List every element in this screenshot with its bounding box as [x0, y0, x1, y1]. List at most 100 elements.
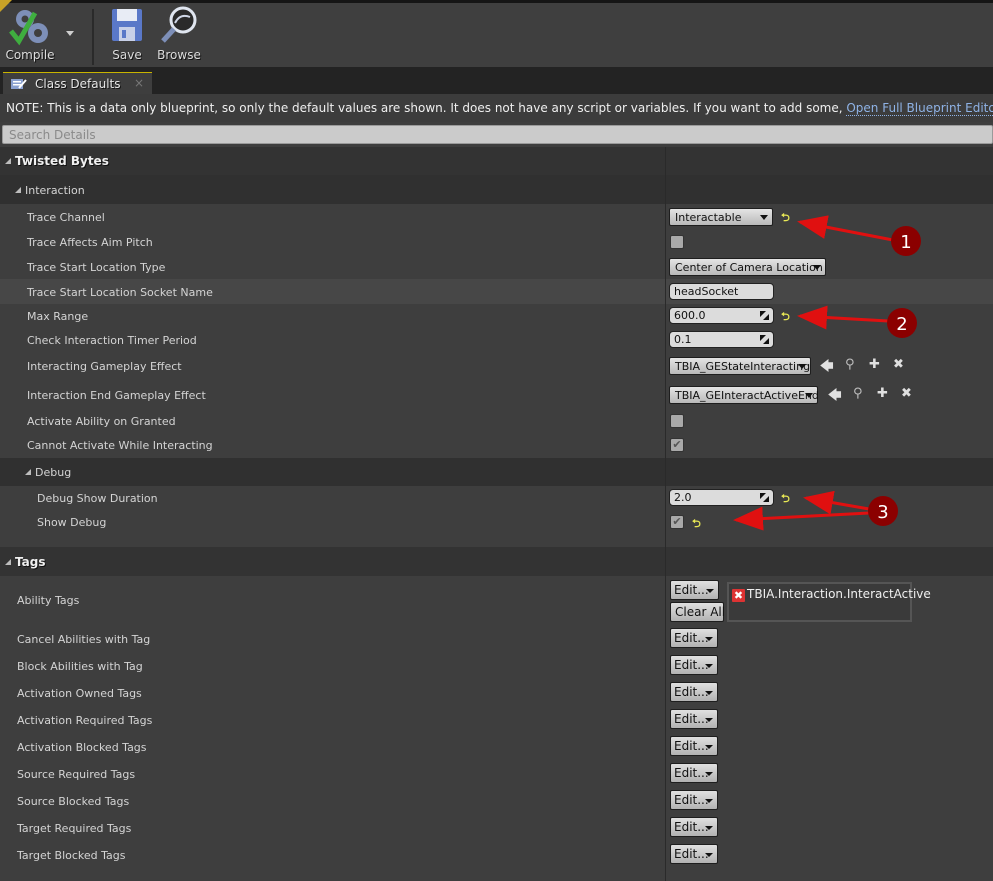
reset-to-default-icon[interactable]: ⮌: [692, 515, 701, 534]
trace-start-socket-input[interactable]: headSocket: [669, 283, 774, 300]
property-label: Activation Owned Tags: [17, 687, 142, 700]
dropdown-value: TBIA_GEStateInteracting: [675, 360, 811, 373]
category-tags[interactable]: Tags: [0, 547, 993, 576]
subcategory-debug[interactable]: Debug: [0, 458, 993, 486]
button-label: Edit...: [674, 583, 709, 597]
chevron-down-icon: [760, 215, 768, 220]
property-label: Show Debug: [37, 516, 107, 529]
subcategory-title: Debug: [35, 466, 72, 479]
trace-affects-aim-pitch-checkbox[interactable]: [670, 235, 684, 249]
browse-asset-icon[interactable]: ⚲: [853, 386, 863, 401]
search-details-input[interactable]: Search Details: [2, 125, 993, 144]
button-label: Edit...: [674, 739, 709, 753]
edit-tags-button[interactable]: Edit...: [670, 844, 718, 864]
property-label: Interacting Gameplay Effect: [27, 360, 182, 373]
property-row-trace-start-socket: Trace Start Location Socket Name headSoc…: [0, 279, 993, 304]
compile-button[interactable]: Compile: [4, 5, 56, 65]
interaction-end-ge-dropdown[interactable]: TBIA_GEInteractActiveEnd: [669, 386, 819, 404]
close-tab-icon[interactable]: ×: [134, 76, 144, 90]
button-label: Edit...: [674, 685, 709, 699]
expand-arrow-icon: [5, 559, 11, 565]
debug-show-duration-input[interactable]: 2.0: [669, 489, 774, 506]
trace-start-location-type-dropdown[interactable]: Center of Camera Location: [669, 258, 826, 276]
property-label: Trace Start Location Socket Name: [27, 286, 213, 299]
subcategory-interaction[interactable]: Interaction: [0, 175, 993, 204]
property-row-interaction-end-ge: Interaction End Gameplay Effect TBIA_GEI…: [0, 381, 993, 409]
button-label: Edit...: [674, 793, 709, 807]
property-label: Ability Tags: [17, 594, 80, 607]
column-splitter[interactable]: [665, 147, 666, 881]
ability-tags-clear-all-button[interactable]: Clear All: [670, 602, 725, 622]
tag-property-row: Block Abilities with Tag Edit...: [0, 653, 993, 680]
subcategory-title: Interaction: [25, 184, 85, 197]
tag-property-row: Source Required Tags Edit...: [0, 761, 993, 788]
activate-on-granted-checkbox[interactable]: [670, 414, 684, 428]
browse-asset-icon[interactable]: ⚲: [845, 357, 855, 372]
remove-tag-icon[interactable]: ✖: [732, 589, 745, 602]
edit-tags-button[interactable]: Edit...: [670, 763, 718, 783]
button-label: Edit...: [674, 847, 709, 861]
add-icon[interactable]: ✚: [877, 386, 888, 401]
input-value: 2.0: [674, 491, 692, 504]
trace-channel-dropdown[interactable]: Interactable: [669, 208, 773, 226]
edit-tags-button[interactable]: Edit...: [670, 817, 718, 837]
chevron-down-icon: [705, 637, 713, 641]
save-button[interactable]: Save: [108, 5, 146, 65]
property-row-debug-show-duration: Debug Show Duration 2.0 ⮌: [0, 486, 993, 510]
reset-to-default-icon[interactable]: ⮌: [781, 209, 790, 228]
edit-tags-button[interactable]: Edit...: [670, 709, 718, 729]
property-label: Target Blocked Tags: [17, 849, 126, 862]
edit-tags-button[interactable]: Edit...: [670, 736, 718, 756]
chevron-down-icon: [798, 364, 806, 369]
browse-button[interactable]: Browse: [156, 5, 202, 65]
ability-tags-edit-button[interactable]: Edit...: [670, 580, 719, 600]
chevron-down-icon: [706, 589, 714, 593]
add-icon[interactable]: ✚: [869, 357, 880, 372]
dropdown-value: Interactable: [675, 211, 742, 224]
button-label: Edit...: [674, 658, 709, 672]
use-selected-arrow-icon[interactable]: 🡄: [828, 386, 841, 408]
expand-arrow-icon: [25, 469, 31, 475]
edit-tags-button[interactable]: Edit...: [670, 655, 718, 675]
property-row-activate-on-granted: Activate Ability on Granted: [0, 409, 993, 433]
reset-to-default-icon[interactable]: ⮌: [781, 490, 790, 509]
chevron-down-icon: [705, 826, 713, 830]
clear-icon[interactable]: ✖: [893, 357, 904, 372]
chevron-down-icon: [705, 853, 713, 857]
show-debug-checkbox[interactable]: ✔: [670, 515, 684, 529]
clear-icon[interactable]: ✖: [901, 386, 912, 401]
input-value: headSocket: [674, 285, 739, 298]
chevron-down-icon: [813, 265, 821, 270]
max-range-input[interactable]: 600.0: [669, 307, 774, 324]
input-value: 600.0: [674, 309, 706, 322]
edit-tags-button[interactable]: Edit...: [670, 790, 718, 810]
use-selected-arrow-icon[interactable]: 🡄: [820, 357, 833, 379]
category-title: Twisted Bytes: [15, 154, 109, 168]
tab-class-defaults[interactable]: Class Defaults ×: [3, 72, 152, 94]
property-label: Debug Show Duration: [37, 492, 158, 505]
browse-icon: [161, 6, 197, 43]
toolbar: Compile Save Browse: [0, 3, 993, 67]
property-label: Trace Start Location Type: [27, 261, 166, 274]
category-twisted-bytes[interactable]: Twisted Bytes: [0, 147, 993, 175]
property-row-check-interaction-timer: Check Interaction Timer Period 0.1: [0, 328, 993, 352]
tab-bar: Class Defaults ×: [0, 67, 993, 94]
drag-resize-icon: [760, 335, 769, 344]
compile-options-dropdown[interactable]: [66, 31, 74, 36]
property-label: Cancel Abilities with Tag: [17, 633, 151, 646]
expand-arrow-icon: [5, 158, 11, 164]
edit-tags-button[interactable]: Edit...: [670, 628, 718, 648]
chevron-down-icon: [705, 664, 713, 668]
property-label: Check Interaction Timer Period: [27, 334, 197, 347]
property-label: Block Abilities with Tag: [17, 660, 143, 673]
dropdown-value: Center of Camera Location: [675, 261, 823, 274]
edit-tags-button[interactable]: Edit...: [670, 682, 718, 702]
interacting-ge-dropdown[interactable]: TBIA_GEStateInteracting: [669, 357, 811, 375]
check-interaction-timer-input[interactable]: 0.1: [669, 331, 774, 348]
cannot-activate-while-interacting-checkbox[interactable]: ✔: [670, 438, 684, 452]
reset-to-default-icon[interactable]: ⮌: [781, 308, 790, 327]
tag-property-row: Activation Owned Tags Edit...: [0, 680, 993, 707]
open-full-blueprint-editor-link[interactable]: Open Full Blueprint Editor: [846, 101, 993, 116]
category-title: Tags: [15, 555, 46, 569]
details-panel: Twisted Bytes Interaction Trace Channel …: [0, 147, 993, 881]
